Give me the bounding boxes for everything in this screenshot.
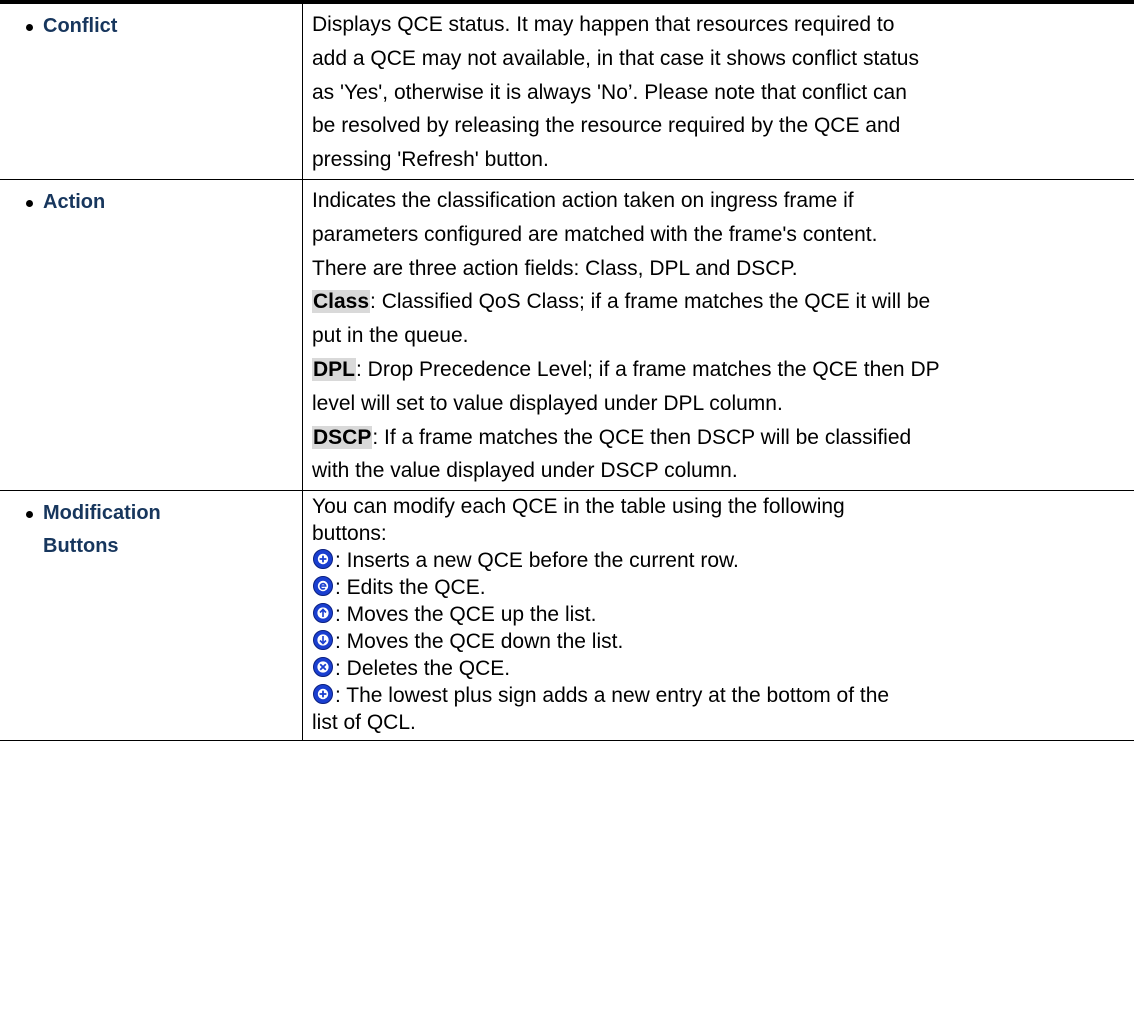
desc-line: There are three action fields: Class, DP… (312, 256, 798, 280)
param-name-cell: Modification Buttons (0, 490, 303, 742)
param-desc-cell: Indicates the classification action take… (302, 179, 1134, 492)
desc-line: parameters configured are matched with t… (312, 222, 878, 246)
dpl-definition: DPL: Drop Precedence Level; if a frame m… (312, 353, 1134, 387)
desc-line: Indicates the classification action take… (312, 188, 854, 212)
param-name-cell: Action (0, 179, 303, 492)
button-item-insert: : Inserts a new QCE before the current r… (312, 547, 1134, 574)
table-row-conflict: Conflict Displays QCE status. It may hap… (0, 0, 1134, 180)
desc-line: add a QCE may not available, in that cas… (312, 46, 919, 70)
keyword-dpl: DPL (312, 357, 356, 381)
button-item-text: : Edits the QCE. (335, 576, 486, 600)
keyword-class: Class (312, 290, 371, 314)
keyword-dscp: DSCP (312, 425, 373, 449)
name-line: Buttons (43, 535, 119, 558)
param-desc-cell: You can modify each QCE in the table usi… (302, 490, 1134, 742)
name-line: Modification (43, 502, 161, 525)
desc-line: Displays QCE status. It may happen that … (312, 13, 895, 36)
desc-line: You can modify each QCE in the table usi… (312, 495, 845, 519)
class-text: : Classified QoS Class; if a frame match… (370, 290, 931, 314)
desc-line: be resolved by releasing the resource re… (312, 114, 901, 138)
param-name-modification-buttons: Modification Buttons (43, 497, 161, 563)
button-item-move-up: : Moves the QCE up the list. (312, 601, 1134, 628)
dscp-text: : If a frame matches the QCE then DSCP w… (372, 425, 912, 449)
plus-icon (313, 684, 333, 705)
desc-line: buttons: (312, 522, 387, 546)
parameter-table: Conflict Displays QCE status. It may hap… (0, 0, 1134, 742)
button-item-text: : Inserts a new QCE before the current r… (335, 549, 739, 573)
param-desc-cell: Displays QCE status. It may happen that … (302, 0, 1134, 180)
dscp-definition: DSCP: If a frame matches the QCE then DS… (312, 421, 1134, 455)
button-item-add-bottom: : The lowest plus sign adds a new entry … (312, 682, 1134, 709)
button-item-text: : The lowest plus sign adds a new entry … (335, 684, 890, 708)
bullet-icon (26, 511, 33, 519)
bullet-icon (26, 199, 33, 207)
button-item-text: : Moves the QCE down the list. (335, 630, 624, 654)
param-name-conflict: Conflict (43, 15, 118, 37)
desc-line: list of QCL. (312, 711, 416, 735)
up-arrow-icon (313, 603, 333, 624)
plus-icon (313, 549, 333, 570)
param-name-action: Action (43, 190, 106, 213)
down-arrow-icon (313, 630, 333, 651)
button-item-move-down: : Moves the QCE down the list. (312, 628, 1134, 655)
class-definition: Class: Classified QoS Class; if a frame … (312, 285, 1134, 319)
button-item-text: : Deletes the QCE. (335, 657, 511, 681)
desc-line: with the value displayed under DSCP colu… (312, 459, 738, 483)
table-row-action: Action Indicates the classification acti… (0, 179, 1134, 492)
delete-icon (313, 657, 333, 678)
edit-icon (313, 576, 333, 597)
desc-line: put in the queue. (312, 324, 469, 348)
table-row-modification-buttons: Modification Buttons You can modify each… (0, 490, 1134, 742)
desc-line: as 'Yes', otherwise it is always 'No’. P… (312, 80, 907, 104)
button-item-delete: : Deletes the QCE. (312, 655, 1134, 682)
param-name-cell: Conflict (0, 0, 303, 180)
bullet-icon (26, 24, 33, 31)
button-item-edit: : Edits the QCE. (312, 574, 1134, 601)
desc-line: pressing 'Refresh' button. (312, 148, 549, 172)
desc-line: level will set to value displayed under … (312, 391, 783, 415)
button-item-text: : Moves the QCE up the list. (335, 603, 597, 627)
dpl-text: : Drop Precedence Level; if a frame matc… (356, 357, 940, 381)
